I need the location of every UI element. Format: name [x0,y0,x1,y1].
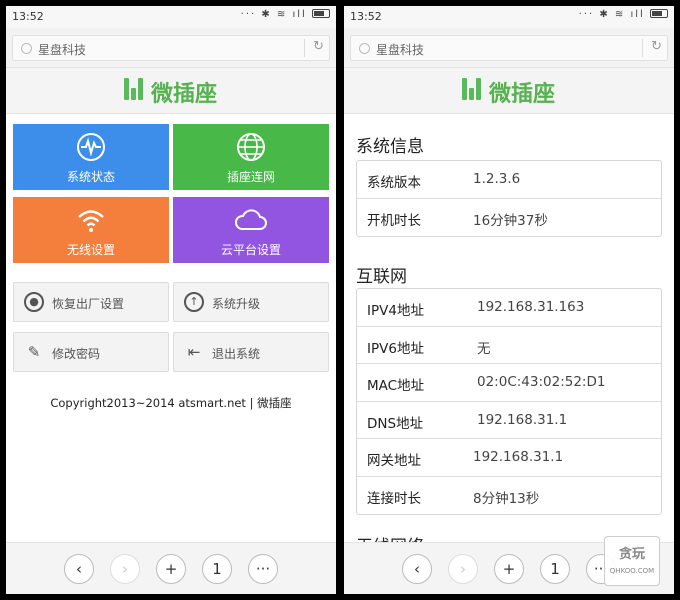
browser-url-bar: 星盘科技 ↻ [344,28,674,68]
brand-header: 微插座 [344,68,674,114]
system-upgrade-button[interactable]: ↑ 系统升级 [173,282,329,322]
tile-label: 系统状态 [66,170,115,184]
tile-socket-network[interactable]: 插座连网 [173,124,329,190]
action-label: 恢复出厂设置 [52,297,125,311]
battery-icon [312,9,330,18]
site-icon [21,43,32,54]
row-value: 1.2.3.6 [473,171,521,187]
status-bar: 13:52 ··· ✱ ≋ ıll [6,6,336,28]
refresh-icon[interactable]: ↻ [313,39,324,54]
globe-icon [173,132,329,162]
signal-icons: ··· ✱ ≋ ıll [578,9,645,20]
row-key: DNS地址 [367,415,424,432]
url-text: 星盘科技 [376,43,425,57]
action-buttons: ● 恢复出厂设置 ↑ 系统升级 ✎ 修改密码 ⇤ 退出系统 [13,282,329,372]
status-time: 13:52 [350,10,382,23]
refresh-icon[interactable]: ↻ [651,39,662,54]
brand-name: 微插座 [151,82,218,107]
row-key: 系统版本 [367,175,421,191]
url-separator [642,39,643,57]
forward-button[interactable]: › [448,554,478,584]
system-info-card: 系统版本 1.2.3.6 开机时长 16分钟37秒 [356,160,662,237]
table-row: 系统版本 1.2.3.6 [357,161,661,199]
status-bar: 13:52 ··· ✱ ≋ ıll [344,6,674,28]
row-value: 192.168.31.1 [477,411,568,428]
new-tab-button[interactable]: + [156,554,186,584]
tile-system-status[interactable]: 系统状态 [13,124,169,190]
tab-count-button[interactable]: 1 [540,554,570,584]
logout-button[interactable]: ⇤ 退出系统 [173,332,329,372]
logo-icon [462,78,484,100]
table-row: 连接时长 8分钟13秒 [357,477,661,515]
watermark-logo: 贪玩 QHKOO.COM [604,536,660,586]
browser-url-bar: 星盘科技 ↻ [6,28,336,68]
row-key: IPV6地址 [367,340,424,357]
tile-cloud-settings[interactable]: 云平台设置 [173,197,329,263]
action-label: 退出系统 [212,347,261,361]
table-row: IPV6地址 无 [357,327,661,364]
row-value: 16分钟37秒 [473,212,548,229]
row-key: IPV4地址 [367,303,424,319]
phone-screen-home: 13:52 ··· ✱ ≋ ıll 星盘科技 ↻ 微插座 系统状态 插座连网 无… [6,6,336,594]
battery-icon [650,9,668,18]
action-label: 系统升级 [212,297,261,311]
signal-icons: ··· ✱ ≋ ıll [240,9,307,20]
browser-nav-bar: ‹ › + 1 ··· [6,542,336,594]
row-key: 网关地址 [367,453,421,469]
status-icons: ··· ✱ ≋ ıll [241,9,330,20]
pulse-icon [13,132,169,162]
row-key: 连接时长 [367,490,421,507]
action-label: 修改密码 [52,347,101,361]
brand-header: 微插座 [6,68,336,114]
new-tab-button[interactable]: + [494,554,524,584]
upgrade-icon: ↑ [184,292,204,312]
url-field[interactable]: 星盘科技 ↻ [12,35,330,61]
restore-icon: ● [24,292,44,312]
section-title-system-info: 系统信息 [356,137,424,157]
factory-reset-button[interactable]: ● 恢复出厂设置 [13,282,169,322]
section-title-internet: 互联网 [356,267,407,287]
watermark-top: 贪玩 [618,547,645,562]
cloud-icon [173,205,329,235]
table-row: DNS地址 192.168.31.1 [357,402,661,439]
feature-tiles: 系统状态 插座连网 无线设置 云平台设置 [13,124,329,264]
logo-icon [124,78,146,100]
site-icon [359,43,370,54]
url-field[interactable]: 星盘科技 ↻ [350,35,668,61]
forward-button[interactable]: › [110,554,140,584]
row-key: MAC地址 [367,378,425,394]
url-separator [304,39,305,57]
table-row: MAC地址 02:0C:43:02:52:D1 [357,364,661,402]
url-text: 星盘科技 [38,43,87,57]
copyright-text: Copyright2013~2014 atsmart.net | 微插座 [50,396,292,410]
status-time: 13:52 [12,10,44,23]
watermark-bottom: QHKOO.COM [609,567,655,575]
tile-label: 无线设置 [66,243,115,257]
table-row: IPV4地址 192.168.31.163 [357,289,661,327]
row-key: 开机时长 [367,212,421,229]
change-password-button[interactable]: ✎ 修改密码 [13,332,169,372]
back-button[interactable]: ‹ [64,554,94,584]
phone-screen-status: 13:52 ··· ✱ ≋ ıll 星盘科技 ↻ 微插座 系统信息 系统版本 1… [344,6,674,594]
table-row: 网关地址 192.168.31.1 [357,439,661,477]
row-value: 192.168.31.163 [477,299,585,315]
row-value: 8分钟13秒 [473,490,540,507]
edit-icon: ✎ [27,343,41,361]
row-value: 无 [477,340,491,357]
table-row: 开机时长 16分钟37秒 [357,199,661,237]
tile-label: 插座连网 [226,170,275,184]
wifi-icon [13,205,169,235]
row-value: 192.168.31.1 [473,449,564,465]
row-value: 02:0C:43:02:52:D1 [477,374,606,390]
back-button[interactable]: ‹ [402,554,432,584]
tile-label: 云平台设置 [220,243,281,257]
status-icons: ··· ✱ ≋ ıll [579,9,668,20]
internet-info-card: IPV4地址 192.168.31.163 IPV6地址 无 MAC地址 02:… [356,288,662,515]
more-menu-button[interactable]: ··· [248,554,278,584]
logout-icon: ⇤ [187,343,201,361]
tab-count-button[interactable]: 1 [202,554,232,584]
tile-wireless-settings[interactable]: 无线设置 [13,197,169,263]
brand-name: 微插座 [489,82,556,107]
